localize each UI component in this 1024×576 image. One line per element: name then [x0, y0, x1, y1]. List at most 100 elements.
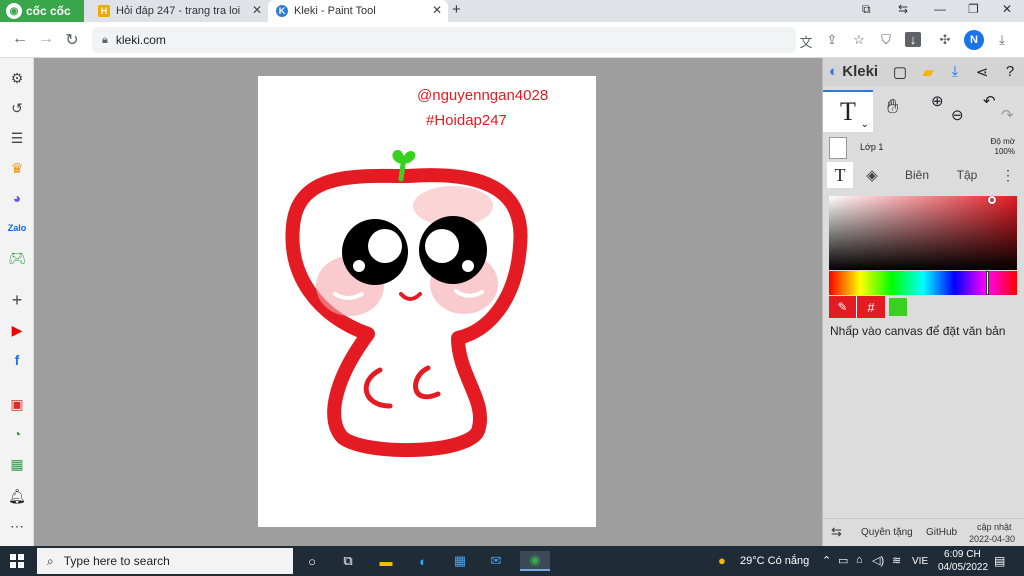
new-image-icon[interactable]: ▢ [891, 63, 909, 81]
close-tab-icon[interactable]: ✕ [252, 3, 262, 17]
update-date[interactable]: 2022-04-30 [969, 534, 1015, 544]
downloads-icon[interactable]: ⤓ [994, 32, 1010, 48]
more-icon[interactable]: ⋯ [7, 516, 27, 536]
clock-date[interactable]: 04/05/2022 [938, 562, 988, 573]
color-saturation-picker[interactable] [829, 196, 1017, 270]
swap-icon[interactable]: ⇆ [831, 524, 842, 540]
kleki-logo[interactable]: ◐ Kleki [829, 63, 878, 80]
address-bar[interactable]: 🔒︎ kleki.com [92, 27, 796, 53]
restore-icon[interactable]: ❐ [968, 2, 979, 16]
text-tool-icon: T [840, 97, 856, 126]
messenger-icon[interactable]: ◕ [7, 188, 27, 208]
crown-icon[interactable]: ♛ [7, 158, 27, 178]
tab-layers[interactable]: ◈ [859, 162, 885, 188]
save-download-icon[interactable]: ⤓ [946, 63, 964, 80]
github-link[interactable]: GitHub [926, 527, 957, 538]
download-extension-icon[interactable]: ↓ [905, 32, 921, 47]
chevron-down-icon[interactable]: ⌄ [861, 119, 869, 130]
eyedropper-icon[interactable]: ✎ [829, 296, 857, 318]
close-window-icon[interactable]: ✕ [1002, 2, 1012, 16]
network-icon[interactable]: ⌂ [856, 554, 863, 566]
zoom-in-icon[interactable]: ⊕ [931, 92, 944, 110]
hue-slider[interactable] [829, 271, 1017, 295]
watermark-tag: #Hoidap247 [426, 112, 507, 129]
edge-icon[interactable]: ◐ [413, 551, 433, 571]
close-tab-icon[interactable]: ✕ [432, 3, 442, 17]
notifications-icon[interactable]: ▤ [994, 554, 1005, 568]
task-view-icon[interactable]: ⧉ [338, 551, 358, 571]
mail-icon[interactable]: ✉ [486, 551, 506, 571]
gamepad-icon[interactable]: 🎮︎ [7, 248, 27, 268]
profile-avatar[interactable]: N [964, 30, 984, 50]
hex-input-button[interactable]: # [857, 296, 885, 318]
wifi-icon[interactable]: ≋ [892, 554, 901, 567]
forward-icon[interactable]: → [36, 30, 56, 48]
update-label: cập nhật [977, 522, 1012, 532]
picker-knob[interactable] [988, 196, 996, 204]
reload-icon[interactable]: ↻ [62, 30, 82, 50]
tab-hoidap[interactable]: H Hỏi đáp 247 - trang tra loi ✕ [90, 0, 268, 22]
text-tool-hint: Nhấp vào canvas để đặt văn bản [830, 324, 1006, 338]
chat-icon[interactable]: ◔ [7, 424, 27, 444]
canvas-workspace[interactable]: @nguyenngan4028 #Hoidap247 [34, 58, 822, 546]
hue-handle[interactable] [986, 271, 989, 295]
tab-tool-settings[interactable]: T [827, 162, 853, 188]
screenshot-icon[interactable]: ⧉ [862, 2, 871, 17]
zoom-out-icon[interactable]: ⊖ [951, 106, 964, 124]
system-tray: ● 29°C Có nắng ⌃ ▭ ⌂ ◁) ≋ VIE 6:09 CH 04… [704, 546, 1024, 576]
translate-icon[interactable]: 文 [798, 32, 814, 51]
panel-footer: ⇆ Quyên tặng GitHub cập nhật 2022-04-30 [823, 518, 1024, 546]
browser-brand[interactable]: ◉ cốc cốc [0, 0, 84, 22]
drawing-canvas[interactable]: @nguyenngan4028 #Hoidap247 [258, 76, 596, 527]
windows-taskbar: ⌕ Type here to search ○ ⧉ ▬ ◐ ▦ ✉ ◉ ● 29… [0, 546, 1024, 576]
zalo-icon[interactable]: Zalo [7, 218, 27, 238]
tab-kleki[interactable]: K Kleki - Paint Tool ✕ [268, 0, 448, 22]
tray-chevron-icon[interactable]: ⌃ [822, 554, 831, 567]
history-icon[interactable]: ↺ [7, 98, 27, 118]
share-icon[interactable]: ⇪ [824, 32, 840, 48]
layer-row[interactable]: Lớp 1 Độ mờ 100% [823, 134, 1024, 162]
text-tool-button[interactable]: T ⌄ [823, 90, 873, 132]
back-icon[interactable]: ← [10, 30, 30, 48]
cortana-icon[interactable]: ○ [302, 551, 322, 571]
minimize-icon[interactable]: — [934, 2, 946, 16]
secondary-color-swatch[interactable] [889, 298, 907, 316]
extensions-puzzle-icon[interactable]: ✣ [937, 32, 953, 48]
donate-link[interactable]: Quyên tặng [861, 527, 913, 538]
facebook-icon[interactable]: f [7, 350, 27, 370]
tab-search-icon[interactable]: ⇆ [898, 2, 908, 16]
weather-text[interactable]: 29°C Có nắng [740, 555, 809, 567]
coccoc-taskbar-icon[interactable]: ◉ [520, 551, 550, 571]
new-tab-icon[interactable]: + [452, 1, 461, 18]
bell-icon[interactable]: 🔔︎ [7, 486, 27, 506]
taskbar-search[interactable]: ⌕ Type here to search [37, 548, 293, 574]
panel-tabs: T ◈ Biên Tập ⋮ [823, 162, 1024, 188]
battery-icon[interactable]: ▭ [838, 554, 848, 567]
windows-start-icon[interactable] [10, 554, 24, 568]
settings-icon[interactable]: ⚙ [7, 68, 27, 88]
layers-icon: ◈ [866, 167, 878, 184]
hand-tool-icon[interactable]: ✋︎ [887, 96, 898, 119]
plus-icon[interactable]: + [7, 290, 27, 310]
list-icon[interactable]: ☰ [7, 128, 27, 148]
open-folder-icon[interactable]: ▰ [919, 63, 937, 81]
store-icon[interactable]: ▦ [450, 551, 470, 571]
shield-icon[interactable]: ⛉ [878, 32, 894, 48]
youtube-icon[interactable]: ▶ [7, 320, 27, 340]
language-indicator[interactable]: VIE [912, 556, 928, 567]
help-icon[interactable]: ? [1001, 63, 1019, 80]
more-vertical-icon[interactable]: ⋮ [1001, 162, 1015, 188]
app-icon[interactable]: ▣ [7, 394, 27, 414]
clock-time[interactable]: 6:09 CH [944, 549, 981, 560]
table-icon[interactable]: ▦ [7, 454, 27, 474]
undo-icon[interactable]: ↶ [983, 92, 996, 110]
bookmark-star-icon[interactable]: ☆ [851, 32, 867, 48]
share-icon[interactable]: ⋖ [973, 63, 991, 81]
left-eye-shine [368, 229, 402, 263]
volume-icon[interactable]: ◁) [872, 554, 884, 567]
tab-file[interactable]: Tập [947, 162, 987, 188]
file-explorer-icon[interactable]: ▬ [376, 551, 396, 571]
tab-edit[interactable]: Biên [895, 162, 939, 188]
watermark-user: @nguyenngan4028 [417, 87, 548, 104]
redo-icon[interactable]: ↷ [1001, 106, 1014, 124]
